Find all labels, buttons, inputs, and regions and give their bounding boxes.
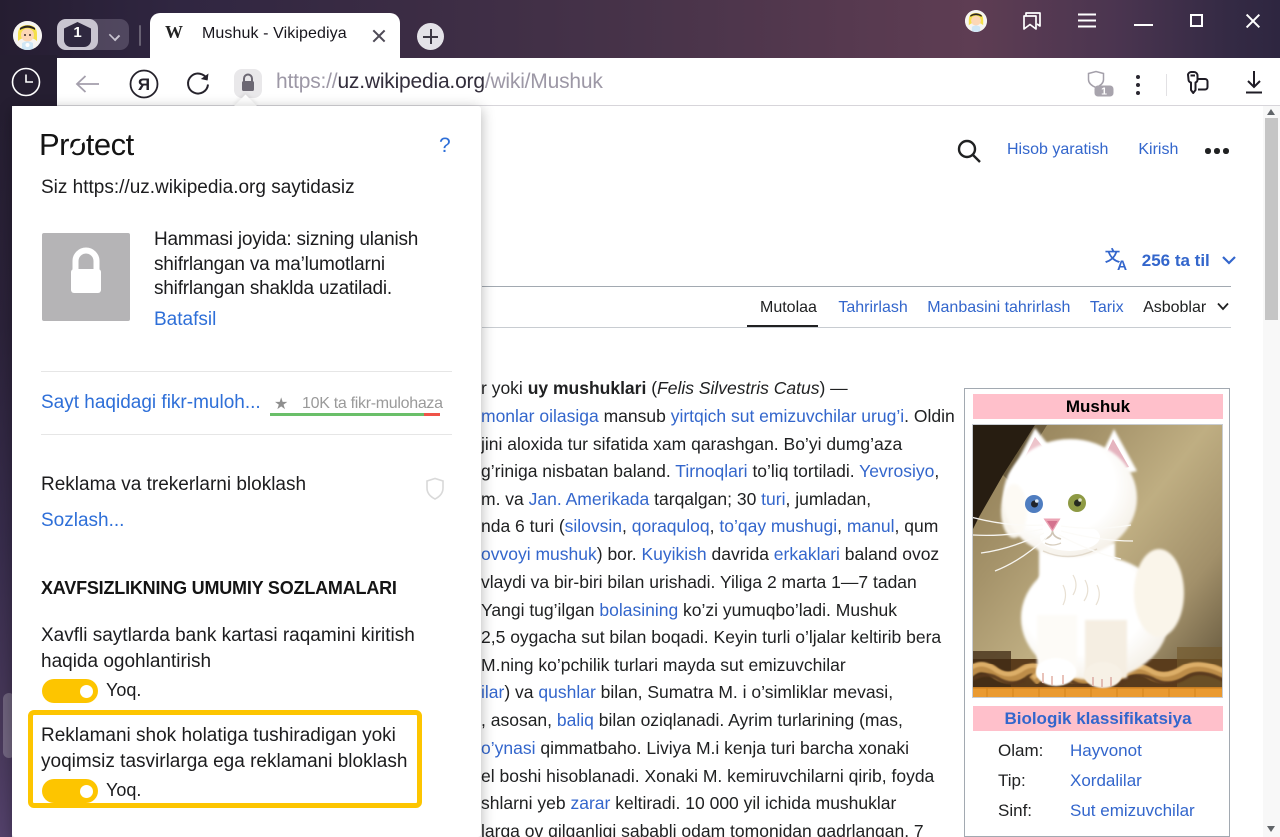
svg-text:1: 1 <box>1101 86 1107 98</box>
svg-text:Я: Я <box>138 75 150 94</box>
svg-text:A: A <box>1117 257 1127 271</box>
